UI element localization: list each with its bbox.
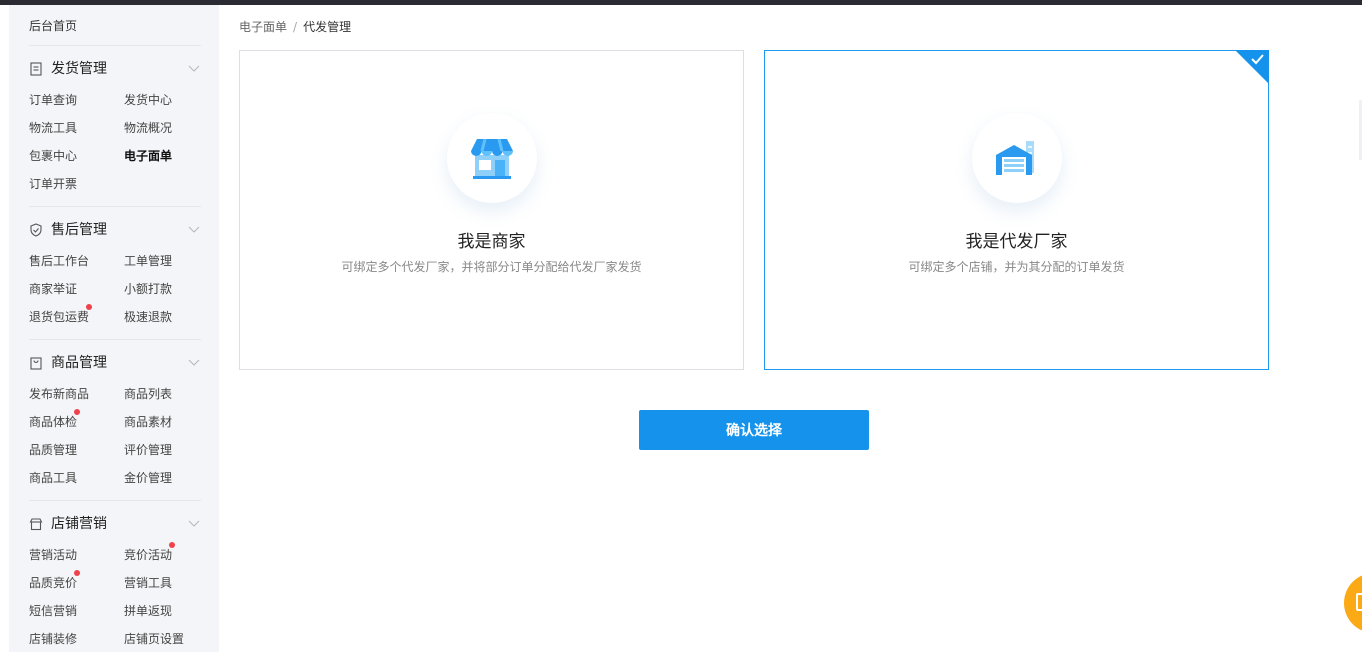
sidebar-item-quality-management[interactable]: 品质管理 (29, 442, 77, 458)
section-title: 商品管理 (51, 355, 107, 371)
sidebar-item-bidding-activities[interactable]: 竞价活动 (124, 547, 172, 563)
breadcrumb-separator: / (293, 20, 298, 34)
sidebar-item-product-tools[interactable]: 商品工具 (29, 470, 77, 486)
notification-dot (169, 542, 175, 548)
sidebar-item-return-shipping[interactable]: 退货包运费 (29, 309, 89, 325)
breadcrumb-parent[interactable]: 电子面单 (239, 20, 287, 34)
sidebar-item-invoice[interactable]: 订单开票 (29, 176, 77, 192)
sidebar-item-product-list[interactable]: 商品列表 (124, 386, 172, 402)
section-title: 店铺营销 (51, 516, 107, 532)
card-description: 可绑定多个店铺，并为其分配的订单发货 (908, 260, 1125, 274)
sidebar-item-group-cashback[interactable]: 拼单返现 (124, 603, 172, 619)
section-aftersales-header[interactable]: 售后管理 (29, 220, 201, 240)
sidebar-item-publish-product[interactable]: 发布新商品 (29, 386, 89, 402)
sidebar-item-review-management[interactable]: 评价管理 (124, 442, 172, 458)
sidebar-item-merchant-evidence[interactable]: 商家举证 (29, 281, 77, 297)
sidebar-item-store-page-settings[interactable]: 店铺页设置 (124, 631, 184, 647)
card-title: 我是商家 (457, 232, 526, 252)
confirm-selection-button[interactable]: 确认选择 (639, 410, 869, 450)
chevron-down-icon[interactable] (187, 516, 201, 530)
divider (29, 500, 201, 501)
divider (29, 45, 201, 46)
icon-circle (447, 113, 537, 203)
notification-dot (74, 570, 80, 576)
sidebar-item-product-materials[interactable]: 商品素材 (124, 414, 172, 430)
section-marketing-header[interactable]: 店铺营销 (29, 514, 201, 534)
card-title: 我是代发厂家 (965, 232, 1068, 252)
sidebar-item-marketing-activities[interactable]: 营销活动 (29, 547, 77, 563)
sidebar: 后台首页 发货管理 订单查询 发货中心 物流工具 物流概况 包裹中心 电子面单 … (9, 5, 219, 652)
notification-dot (74, 409, 80, 415)
sidebar-item-e-waybill[interactable]: 电子面单 (124, 148, 172, 164)
sidebar-item-sms-marketing[interactable]: 短信营销 (29, 603, 77, 619)
breadcrumb: 电子面单 / 代发管理 (239, 19, 351, 35)
sidebar-item-gold-price[interactable]: 金价管理 (124, 470, 172, 486)
sidebar-item-small-payment[interactable]: 小额打款 (124, 281, 172, 297)
left-gutter (0, 5, 9, 652)
sidebar-item-shipping-center[interactable]: 发货中心 (124, 92, 172, 108)
section-shipping-header[interactable]: 发货管理 (29, 59, 201, 79)
sidebar-item-product-check[interactable]: 商品体检 (29, 414, 77, 430)
sidebar-item-aftersales-workbench[interactable]: 售后工作台 (29, 253, 89, 269)
chevron-down-icon[interactable] (187, 355, 201, 369)
sidebar-item-fast-refund[interactable]: 极速退款 (124, 309, 172, 325)
role-card-merchant[interactable]: 我是商家 可绑定多个代发厂家，并将部分订单分配给代发厂家发货 (239, 50, 744, 370)
divider (29, 206, 201, 207)
sidebar-item-ticket-management[interactable]: 工单管理 (124, 253, 172, 269)
sidebar-item-quality-bidding[interactable]: 品质竞价 (29, 575, 77, 591)
document-icon (1356, 593, 1362, 611)
role-card-manufacturer[interactable]: 我是代发厂家 可绑定多个店铺，并为其分配的订单发货 (764, 50, 1269, 370)
sidebar-home-link[interactable]: 后台首页 (29, 17, 77, 34)
icon-circle (972, 113, 1062, 203)
sidebar-item-package-center[interactable]: 包裹中心 (29, 148, 77, 164)
section-title: 发货管理 (51, 61, 107, 77)
sidebar-item-order-query[interactable]: 订单查询 (29, 92, 77, 108)
chevron-down-icon[interactable] (187, 61, 201, 75)
floating-help-button[interactable] (1344, 573, 1362, 633)
document-icon (30, 62, 42, 76)
warehouse-icon (996, 141, 1034, 175)
divider (29, 339, 201, 340)
selected-check-icon (1235, 50, 1269, 84)
sidebar-item-marketing-tools[interactable]: 营销工具 (124, 575, 172, 591)
store-icon (29, 518, 43, 531)
notification-dot (86, 304, 92, 310)
sidebar-item-logistics-tools[interactable]: 物流工具 (29, 120, 77, 136)
sidebar-item-store-decoration[interactable]: 店铺装修 (29, 631, 77, 647)
shop-icon (471, 138, 513, 179)
card-description: 可绑定多个代发厂家，并将部分订单分配给代发厂家发货 (341, 260, 642, 274)
section-title: 售后管理 (51, 222, 107, 238)
breadcrumb-current: 代发管理 (303, 20, 352, 34)
shield-icon (30, 223, 42, 237)
shopping-bag-icon (30, 357, 42, 370)
chevron-down-icon[interactable] (187, 222, 201, 236)
sidebar-item-logistics-overview[interactable]: 物流概况 (124, 120, 172, 136)
section-products-header[interactable]: 商品管理 (29, 353, 201, 373)
